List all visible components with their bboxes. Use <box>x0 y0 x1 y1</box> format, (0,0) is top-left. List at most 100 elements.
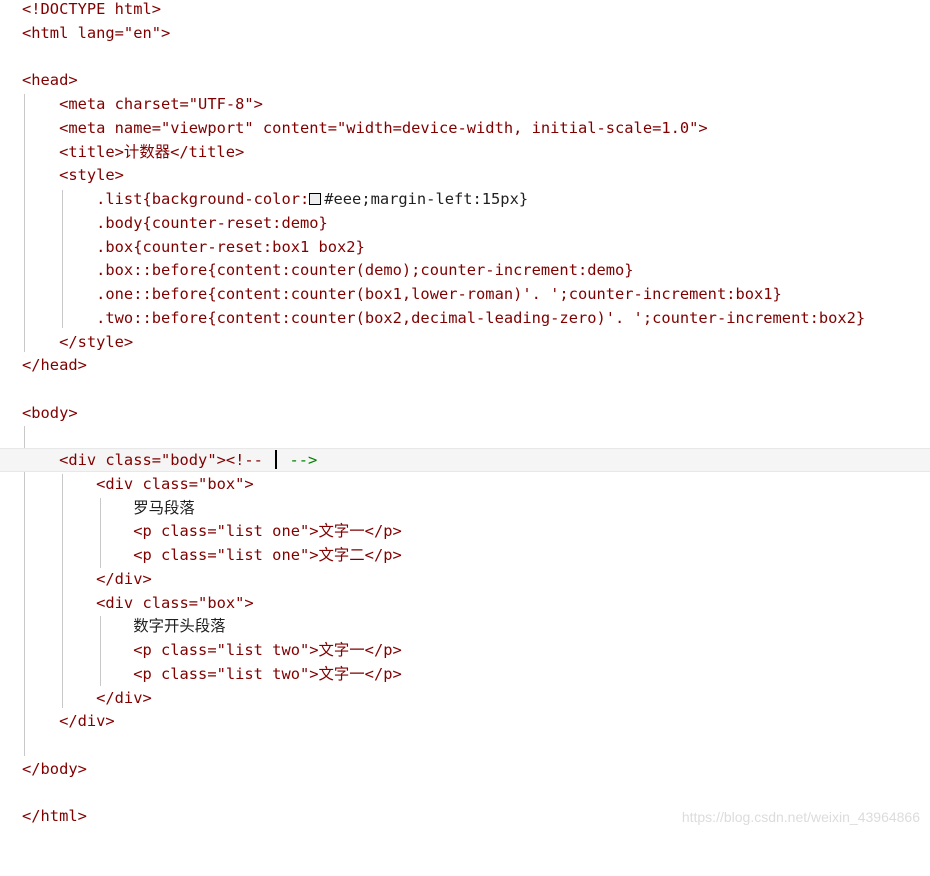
code-line[interactable]: <meta charset="UTF-8"> <box>0 92 930 116</box>
code-line-text: <div class="box"> <box>22 591 254 615</box>
code-line-text: </div> <box>22 709 115 733</box>
code-line[interactable]: <!DOCTYPE html> <box>0 0 930 21</box>
css-rule-token: #eee;margin-left:15px} <box>324 190 529 208</box>
div-close-tag-token: </div> <box>22 570 152 588</box>
code-line[interactable]: <body> <box>0 401 930 425</box>
code-line[interactable]: </style> <box>0 330 930 354</box>
color-swatch-icon[interactable] <box>309 193 322 205</box>
div-close-tag-token: </div> <box>22 712 115 730</box>
code-line[interactable] <box>0 733 930 757</box>
code-line-text: </html> <box>22 804 87 828</box>
p-tag-token: <p class="list two">文字一</p> <box>22 665 402 683</box>
code-line-text: <!DOCTYPE html> <box>22 0 161 21</box>
watermark: https://blog.csdn.net/weixin_43964866 <box>681 809 920 825</box>
code-line[interactable] <box>0 45 930 69</box>
code-line-text: <p class="list two">文字一</p> <box>22 662 402 686</box>
code-line-text: <p class="list one">文字二</p> <box>22 543 402 567</box>
code-line[interactable]: </head> <box>0 353 930 377</box>
code-line[interactable]: <p class="list one">文字一</p> <box>0 519 930 543</box>
code-line-text: <html lang="en"> <box>22 21 170 45</box>
meta-tag-token: <meta charset="UTF-8"> <box>22 95 263 113</box>
text-caret <box>275 450 278 469</box>
head-tag-token: <head> <box>22 71 78 89</box>
code-line[interactable]: <div class="box"> <box>0 472 930 496</box>
code-line[interactable]: 数字开头段落 <box>0 614 930 638</box>
body-tag-token: <body> <box>22 404 78 422</box>
code-line-text: <div class="box"> <box>22 472 254 496</box>
title-tag-token: <title>计数器</title> <box>22 143 245 161</box>
code-line[interactable]: .one::before{content:counter(box1,lower-… <box>0 282 930 306</box>
code-line[interactable]: .body{counter-reset:demo} <box>0 211 930 235</box>
current-code-line[interactable]: <div class="body"><!-- --> <box>0 448 930 472</box>
code-line[interactable]: <head> <box>0 68 930 92</box>
code-line-text: .two::before{content:counter(box2,decima… <box>22 306 865 330</box>
code-line-text: <p class="list one">文字一</p> <box>22 519 402 543</box>
p-tag-token: <p class="list one">文字一</p> <box>22 522 402 540</box>
css-rule-token: .body{counter-reset:demo} <box>22 214 328 232</box>
code-line[interactable]: <style> <box>0 163 930 187</box>
text-token: 数字开头段落 <box>22 617 226 635</box>
code-line[interactable]: </div> <box>0 686 930 710</box>
meta-tag-token: <meta name="viewport" content="width=dev… <box>22 119 708 137</box>
code-line-text: </head> <box>22 353 87 377</box>
code-line[interactable] <box>0 425 930 449</box>
code-line-text: .one::before{content:counter(box1,lower-… <box>22 282 782 306</box>
code-line[interactable] <box>0 781 930 805</box>
doctype-token: <!DOCTYPE html> <box>22 0 161 18</box>
code-line-text: 数字开头段落 <box>22 614 226 638</box>
code-line-text: </body> <box>22 757 87 781</box>
code-line-text: <meta name="viewport" content="width=dev… <box>22 116 708 140</box>
code-line-text: <p class="list two">文字一</p> <box>22 638 402 662</box>
code-line-text: .box::before{content:counter(demo);count… <box>22 258 634 282</box>
code-line[interactable]: .box{counter-reset:box1 box2} <box>0 235 930 259</box>
code-line[interactable]: </body> <box>0 757 930 781</box>
css-rule-token: .box{counter-reset:box1 box2} <box>22 238 365 256</box>
code-line[interactable]: <meta name="viewport" content="width=dev… <box>0 116 930 140</box>
head-close-tag-token: </head> <box>22 356 87 374</box>
css-rule-token: .box::before{content:counter(demo);count… <box>22 261 634 279</box>
code-line[interactable]: </div> <box>0 709 930 733</box>
div-close-tag-token: </div> <box>22 689 152 707</box>
code-line[interactable]: <title>计数器</title> <box>0 140 930 164</box>
div-tag-token: <div class="body"><!-- <box>22 451 273 469</box>
code-line-text: <head> <box>22 68 78 92</box>
code-line[interactable]: <p class="list one">文字二</p> <box>0 543 930 567</box>
code-line-text: .body{counter-reset:demo} <box>22 211 328 235</box>
code-line-text: <meta charset="UTF-8"> <box>22 92 263 116</box>
code-line[interactable]: .box::before{content:counter(demo);count… <box>0 258 930 282</box>
code-line-text: .list{background-color: #eee;margin-left:… <box>22 187 528 211</box>
code-line-text: <style> <box>22 163 124 187</box>
code-line-text: <title>计数器</title> <box>22 140 244 164</box>
body-close-tag-token: </body> <box>22 760 87 778</box>
code-line[interactable]: <p class="list two">文字一</p> <box>0 638 930 662</box>
code-line[interactable]: </div> <box>0 567 930 591</box>
code-line-text: <div class="body"><!-- --> <box>22 449 317 471</box>
code-line[interactable]: 罗马段落 <box>0 496 930 520</box>
code-line[interactable]: <html lang="en"> <box>0 21 930 45</box>
code-line[interactable] <box>0 377 930 401</box>
code-line[interactable]: <p class="list two">文字一</p> <box>0 662 930 686</box>
comment-token: --> <box>280 451 318 469</box>
code-editor[interactable]: <!DOCTYPE html> <html lang="en"> <head> … <box>0 0 930 835</box>
p-tag-token: <p class="list one">文字二</p> <box>22 546 402 564</box>
code-line-text: </div> <box>22 686 152 710</box>
code-line[interactable]: .list{background-color: #eee;margin-left:… <box>0 187 930 211</box>
style-close-tag-token: </style> <box>22 333 134 351</box>
code-line-text: .box{counter-reset:box1 box2} <box>22 235 365 259</box>
p-tag-token: <p class="list two">文字一</p> <box>22 641 402 659</box>
div-tag-token: <div class="box"> <box>22 594 254 612</box>
html-close-tag-token: </html> <box>22 807 87 825</box>
code-line[interactable]: <div class="box"> <box>0 591 930 615</box>
code-line-text: </style> <box>22 330 133 354</box>
code-line-text: <body> <box>22 401 78 425</box>
code-line-text: 罗马段落 <box>22 496 195 520</box>
div-tag-token: <div class="box"> <box>22 475 254 493</box>
css-rule-token: .list{background-color: <box>22 190 310 208</box>
code-line-text: </div> <box>22 567 152 591</box>
css-rule-token: .one::before{content:counter(box1,lower-… <box>22 285 782 303</box>
text-token: 罗马段落 <box>22 499 195 517</box>
html-tag-token: <html lang="en"> <box>22 24 171 42</box>
css-rule-token: .two::before{content:counter(box2,decima… <box>22 309 866 327</box>
style-tag-token: <style> <box>22 166 124 184</box>
code-line[interactable]: .two::before{content:counter(box2,decima… <box>0 306 930 330</box>
